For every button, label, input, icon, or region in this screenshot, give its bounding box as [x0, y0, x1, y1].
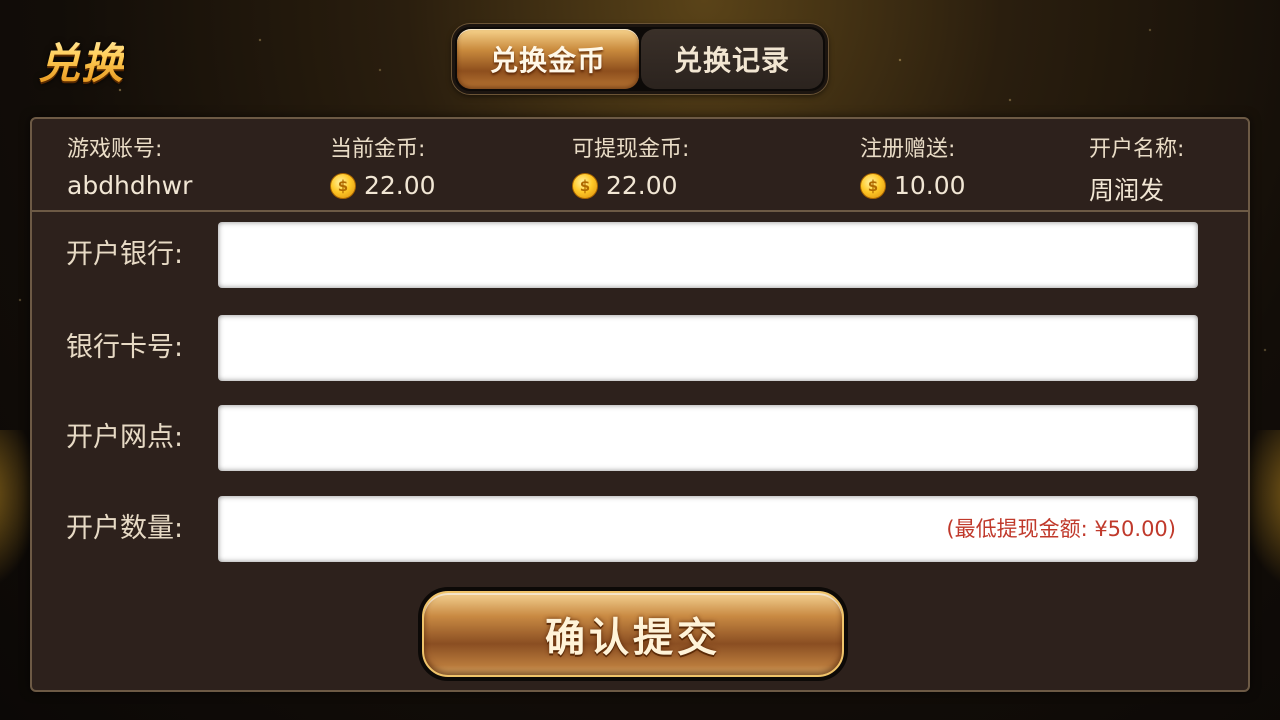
withdrawable-coins-info: 可提现金币: $ 22.00 — [572, 131, 689, 200]
tab-exchange-coins[interactable]: 兑换金币 — [457, 29, 639, 89]
register-bonus-label: 注册赠送: — [860, 137, 956, 162]
current-coins-value-text: 22.00 — [364, 171, 436, 200]
withdrawable-coins-label: 可提现金币: — [572, 137, 690, 162]
gold-coin-icon: $ — [572, 172, 598, 199]
account-name-info: 开户名称: 周润发 — [1089, 131, 1184, 207]
account-label: 游戏账号: — [67, 137, 163, 162]
bank-input[interactable] — [218, 222, 1198, 288]
account-value-text: abdhdhwr — [67, 171, 193, 200]
account-value: abdhdhwr — [67, 171, 192, 200]
exchange-panel: 游戏账号: abdhdhwr 当前金币: $ 22.00 可提现金币: $ 22… — [30, 117, 1250, 692]
submit-button-frame: 确认提交 — [418, 587, 848, 681]
account-name-label: 开户名称: — [1089, 137, 1185, 162]
account-name-value: 周润发 — [1089, 171, 1184, 207]
withdrawable-coins-value: $ 22.00 — [572, 171, 689, 200]
tab-bar: 兑换金币 兑换记录 — [452, 24, 828, 94]
form-row-branch: 开户网点: — [32, 405, 1248, 471]
branch-input[interactable] — [218, 405, 1198, 471]
form-row-amount: 开户数量: (最低提现金额: ¥50.00) — [32, 496, 1248, 562]
account-info-row: 游戏账号: abdhdhwr 当前金币: $ 22.00 可提现金币: $ 22… — [32, 119, 1248, 212]
page-title: 兑换 — [38, 30, 124, 91]
current-coins-label: 当前金币: — [330, 137, 426, 162]
register-bonus-value-text: 10.00 — [894, 171, 966, 200]
confirm-submit-button[interactable]: 确认提交 — [422, 591, 844, 677]
register-bonus-value: $ 10.00 — [860, 171, 966, 200]
card-number-label: 银行卡号: — [66, 332, 184, 363]
account-name-value-text: 周润发 — [1089, 176, 1165, 205]
min-withdraw-hint: (最低提现金额: ¥50.00) — [946, 517, 1176, 541]
current-coins-value: $ 22.00 — [330, 171, 436, 200]
withdrawable-coins-value-text: 22.00 — [606, 171, 678, 200]
gold-coin-icon: $ — [860, 172, 886, 199]
form-row-card-number: 银行卡号: — [32, 315, 1248, 381]
form-row-bank: 开户银行: — [32, 222, 1248, 288]
card-number-input[interactable] — [218, 315, 1198, 381]
tab-exchange-records[interactable]: 兑换记录 — [641, 29, 823, 89]
gold-coin-icon: $ — [330, 172, 356, 199]
amount-label: 开户数量: — [66, 513, 184, 544]
register-bonus-info: 注册赠送: $ 10.00 — [860, 131, 966, 200]
account-info: 游戏账号: abdhdhwr — [67, 131, 192, 200]
current-coins-info: 当前金币: $ 22.00 — [330, 131, 436, 200]
bank-label: 开户银行: — [66, 239, 184, 270]
branch-label: 开户网点: — [66, 422, 184, 453]
